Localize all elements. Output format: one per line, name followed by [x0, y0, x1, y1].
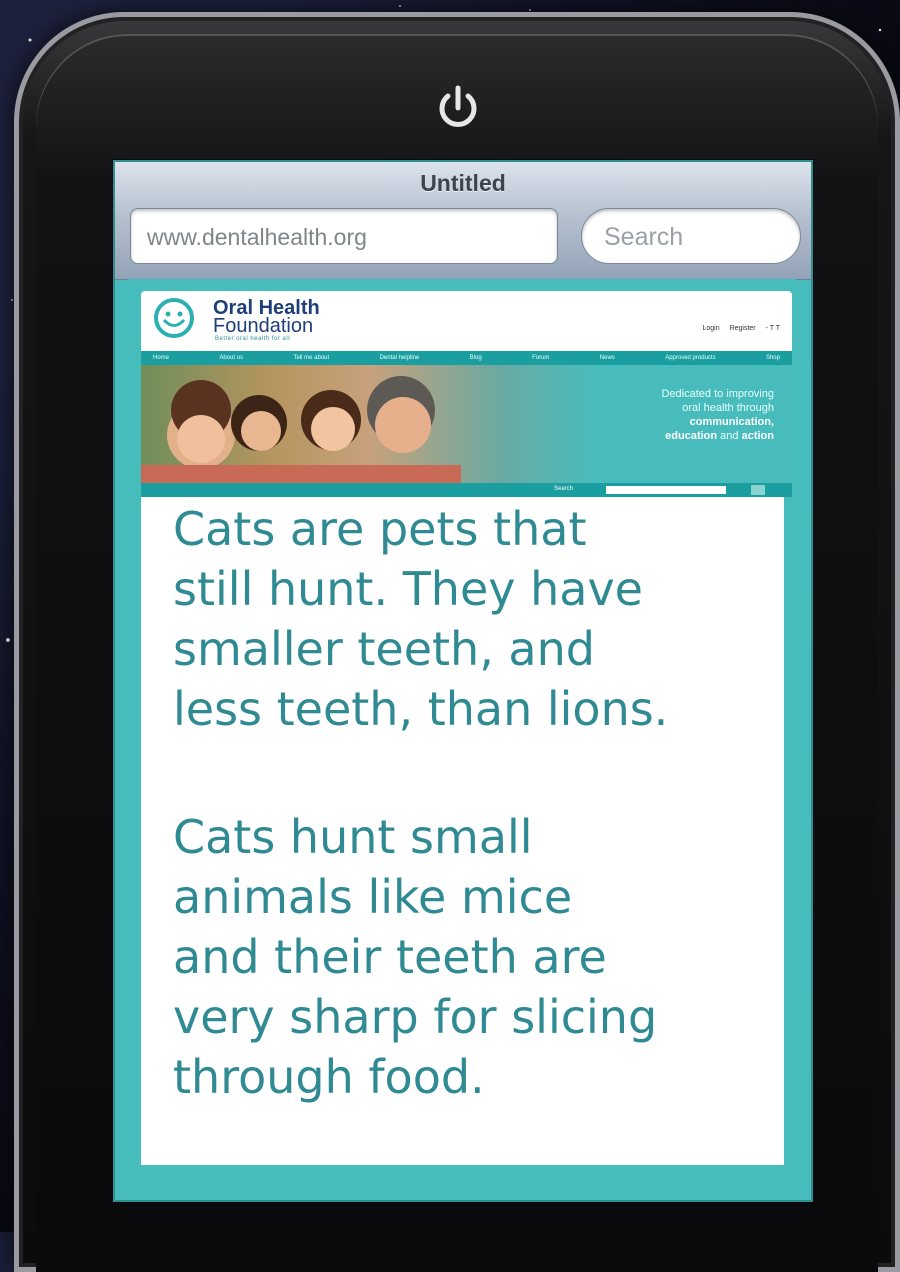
logo-name-line2[interactable]: Foundation	[213, 315, 313, 338]
url-field[interactable]: www.dentalhealth.org	[130, 208, 558, 264]
hero-caption: Dedicated to improving oral health throu…	[661, 388, 774, 442]
content-panel: Cats are pets that still hunt. They have…	[141, 497, 784, 1165]
browser-search-field[interactable]: Search	[581, 208, 801, 264]
power-icon[interactable]	[432, 82, 484, 134]
site-header: Oral Health Foundation Better oral healt…	[141, 291, 792, 351]
text-size-control[interactable]: - T T	[766, 325, 780, 332]
nav-item-about[interactable]: About us	[219, 355, 243, 361]
logo-tagline: Better oral health for all	[215, 336, 291, 342]
nav-item-home[interactable]: Home	[153, 355, 169, 361]
site-search-bar: Search	[141, 483, 792, 497]
paragraph-1: Cats are pets that still hunt. They have…	[173, 502, 669, 736]
nav-item-dental-helpline[interactable]: Dental helpline	[380, 355, 420, 361]
nav-item-forum[interactable]: Forum	[532, 355, 549, 361]
nav-item-news[interactable]: News	[600, 355, 615, 361]
smiley-icon	[154, 298, 194, 338]
site-search-input[interactable]	[606, 486, 726, 494]
nav-item-blog[interactable]: Blog	[470, 355, 482, 361]
site-search-label: Search	[554, 486, 574, 492]
paragraph-2: Cats hunt small animals like mice and th…	[173, 810, 658, 1104]
header-links: Login Register - T T	[694, 325, 780, 332]
search-icon[interactable]	[751, 485, 765, 495]
nav-item-tell-me-about[interactable]: Tell me about	[293, 355, 329, 361]
login-link[interactable]: Login	[702, 325, 719, 332]
site-nav: Home About us Tell me about Dental helpl…	[141, 351, 792, 365]
device-screen: Untitled www.dentalhealth.org Search Ora…	[113, 160, 813, 1202]
register-link[interactable]: Register	[730, 325, 756, 332]
hero-banner: Dedicated to improving oral health throu…	[141, 365, 792, 497]
nav-item-shop[interactable]: Shop	[766, 355, 780, 361]
web-page: Oral Health Foundation Better oral healt…	[128, 279, 796, 1176]
browser-toolbar: Untitled www.dentalhealth.org Search	[115, 162, 811, 280]
nav-item-approved-products[interactable]: Approved products	[665, 355, 715, 361]
browser-title: Untitled	[420, 170, 506, 196]
